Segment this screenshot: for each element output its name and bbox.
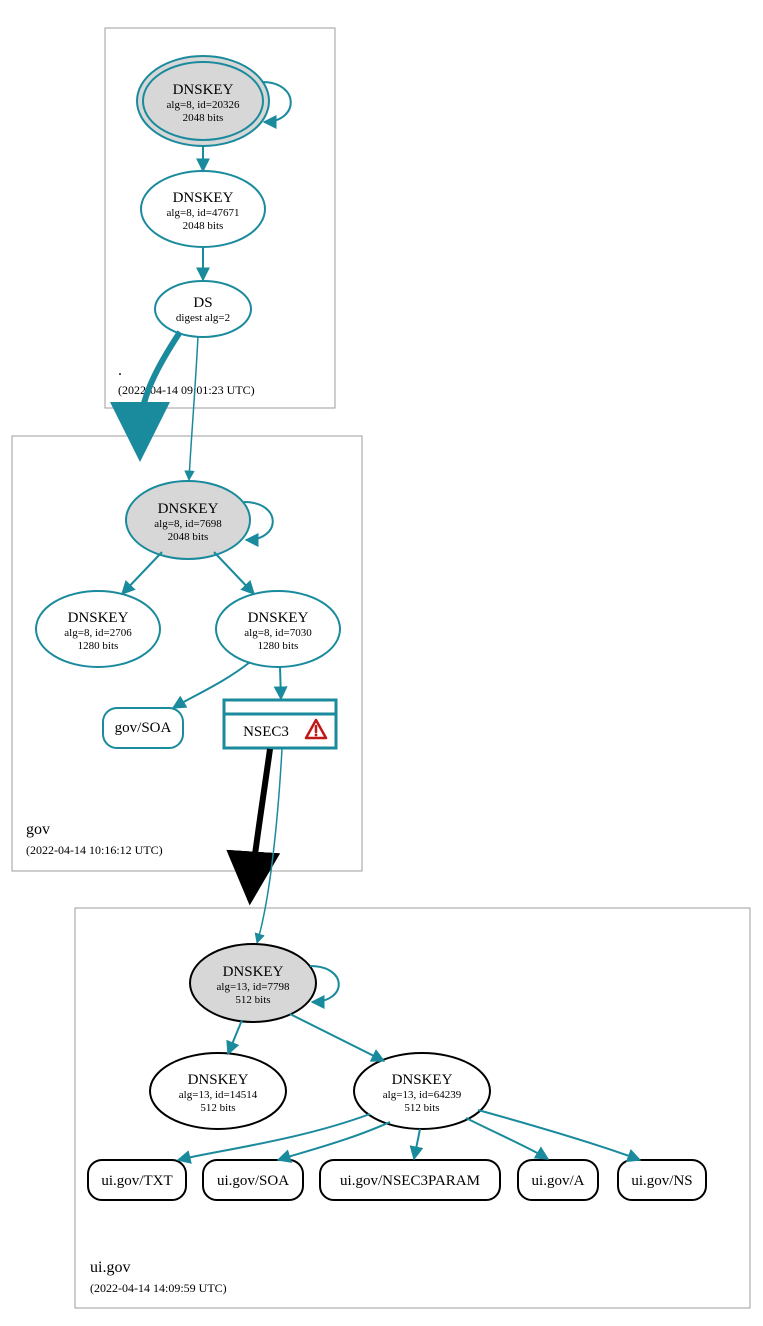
zone-subtitle-uigov: (2022-04-14 14:09:59 UTC) xyxy=(90,1281,227,1295)
node-root-zsk: DNSKEY alg=8, id=47671 2048 bits xyxy=(141,171,265,247)
svg-text:alg=13, id=7798: alg=13, id=7798 xyxy=(217,981,290,993)
svg-text:DNSKEY: DNSKEY xyxy=(173,190,234,206)
svg-text:DNSKEY: DNSKEY xyxy=(158,501,219,517)
edge-nsec3-to-ui-ksk xyxy=(257,749,282,943)
edge-gov-to-ui-zone xyxy=(250,749,270,900)
svg-text:DNSKEY: DNSKEY xyxy=(248,610,309,626)
node-gov-zsk-a: DNSKEY alg=8, id=2706 1280 bits xyxy=(36,591,160,667)
svg-text:ui.gov/NSEC3PARAM: ui.gov/NSEC3PARAM xyxy=(340,1173,480,1189)
edge-gov-ksk-to-zsk-b xyxy=(214,552,254,594)
svg-text:1280 bits: 1280 bits xyxy=(258,640,299,652)
svg-text:ui.gov/SOA: ui.gov/SOA xyxy=(217,1173,289,1189)
node-ui-zsk-b: DNSKEY alg=13, id=64239 512 bits xyxy=(354,1053,490,1129)
edge-ui-ksk-to-zsk-b xyxy=(290,1014,384,1061)
edge-gov-ksk-to-zsk-a xyxy=(122,552,162,594)
node-gov-nsec3: NSEC3 xyxy=(224,700,336,748)
svg-text:ui.gov/A: ui.gov/A xyxy=(532,1173,585,1189)
svg-text:alg=8, id=7698: alg=8, id=7698 xyxy=(154,518,222,530)
svg-text:ui.gov/TXT: ui.gov/TXT xyxy=(101,1173,172,1189)
node-gov-ksk: DNSKEY alg=8, id=7698 2048 bits xyxy=(126,481,250,559)
svg-text:2048 bits: 2048 bits xyxy=(168,531,209,543)
edge-ui-zsk-b-to-a xyxy=(466,1118,548,1159)
svg-text:DNSKEY: DNSKEY xyxy=(223,964,284,980)
edge-root-to-gov-zone xyxy=(140,332,180,432)
node-root-ds: DS digest alg=2 xyxy=(155,281,251,337)
dnssec-chain-diagram: . (2022-04-14 09:01:23 UTC) gov (2022-04… xyxy=(0,0,763,1326)
zone-title-uigov: ui.gov xyxy=(90,1259,130,1276)
svg-text:ui.gov/NS: ui.gov/NS xyxy=(631,1173,692,1189)
node-ui-a: ui.gov/A xyxy=(518,1160,598,1200)
svg-text:alg=8, id=7030: alg=8, id=7030 xyxy=(244,627,312,639)
svg-text:alg=8, id=47671: alg=8, id=47671 xyxy=(167,207,240,219)
svg-text:alg=13, id=14514: alg=13, id=14514 xyxy=(179,1089,258,1101)
svg-text:DS: DS xyxy=(193,295,212,311)
svg-text:DNSKEY: DNSKEY xyxy=(392,1072,453,1088)
zone-subtitle-gov: (2022-04-14 10:16:12 UTC) xyxy=(26,843,163,857)
svg-text:gov/SOA: gov/SOA xyxy=(115,720,172,736)
node-ui-ns: ui.gov/NS xyxy=(618,1160,706,1200)
svg-text:DNSKEY: DNSKEY xyxy=(188,1072,249,1088)
svg-text:512 bits: 512 bits xyxy=(235,994,270,1006)
svg-text:1280 bits: 1280 bits xyxy=(78,640,119,652)
zone-subtitle-root: (2022-04-14 09:01:23 UTC) xyxy=(118,383,255,397)
svg-text:NSEC3: NSEC3 xyxy=(243,724,289,740)
edge-gov-zsk-b-to-nsec3 xyxy=(280,667,281,699)
edge-ui-ksk-to-zsk-a xyxy=(228,1020,242,1054)
node-ui-ksk: DNSKEY alg=13, id=7798 512 bits xyxy=(190,944,316,1022)
svg-text:digest alg=2: digest alg=2 xyxy=(176,312,230,324)
svg-text:512 bits: 512 bits xyxy=(200,1102,235,1114)
zone-title-gov: gov xyxy=(26,821,50,838)
svg-text:alg=8, id=20326: alg=8, id=20326 xyxy=(167,99,240,111)
edge-ui-zsk-b-to-soa xyxy=(278,1122,390,1160)
node-root-ksk: DNSKEY alg=8, id=20326 2048 bits xyxy=(137,56,269,146)
node-ui-txt: ui.gov/TXT xyxy=(88,1160,186,1200)
svg-text:2048 bits: 2048 bits xyxy=(183,220,224,232)
svg-text:DNSKEY: DNSKEY xyxy=(68,610,129,626)
node-ui-zsk-a: DNSKEY alg=13, id=14514 512 bits xyxy=(150,1053,286,1129)
svg-text:512 bits: 512 bits xyxy=(404,1102,439,1114)
zone-title-root: . xyxy=(118,362,122,379)
svg-text:DNSKEY: DNSKEY xyxy=(173,82,234,98)
svg-text:alg=13, id=64239: alg=13, id=64239 xyxy=(383,1089,462,1101)
svg-text:alg=8, id=2706: alg=8, id=2706 xyxy=(64,627,132,639)
node-ui-nsec3param: ui.gov/NSEC3PARAM xyxy=(320,1160,500,1200)
edge-ui-zsk-b-to-nsec3param xyxy=(414,1129,420,1159)
svg-text:2048 bits: 2048 bits xyxy=(183,112,224,124)
node-ui-soa: ui.gov/SOA xyxy=(203,1160,303,1200)
node-gov-soa: gov/SOA xyxy=(103,708,183,748)
node-gov-zsk-b: DNSKEY alg=8, id=7030 1280 bits xyxy=(216,591,340,667)
